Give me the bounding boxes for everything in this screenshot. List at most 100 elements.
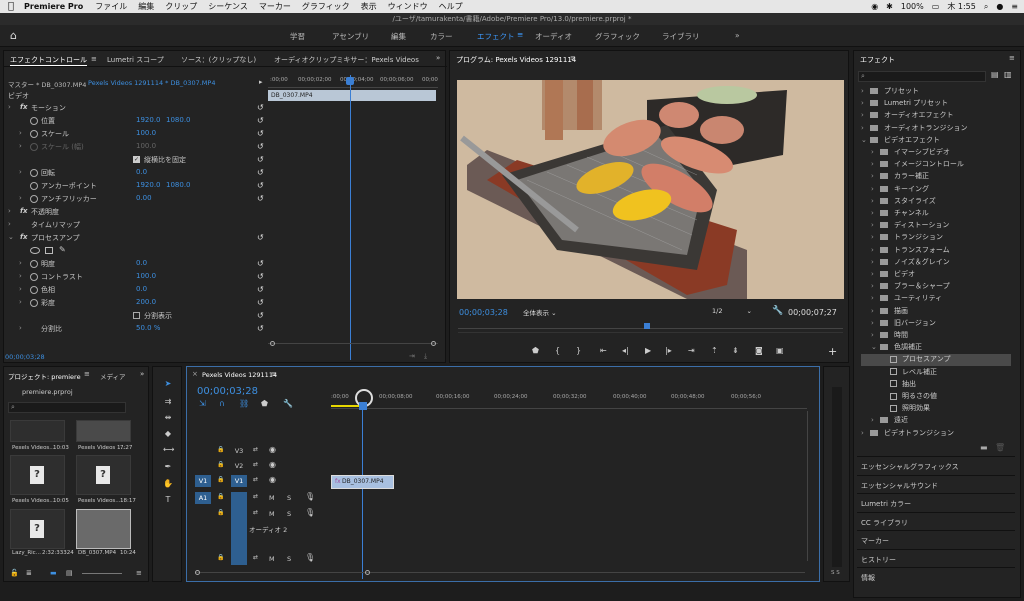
- track-header-v1[interactable]: V1 🔒 V1 ⇄ ◉: [195, 475, 325, 488]
- side-panel-header[interactable]: エッセンシャルサウンド: [857, 474, 1015, 493]
- export-frame-icon[interactable]: ⤓: [424, 352, 427, 361]
- list-view-icon[interactable]: ≣: [26, 569, 32, 577]
- workspace-color[interactable]: カラー: [430, 31, 453, 42]
- wifi-icon[interactable]: ◉: [871, 2, 878, 11]
- yuv-effects-icon[interactable]: ▥: [1004, 70, 1012, 79]
- effects-tree-item[interactable]: › トランスフォーム: [861, 245, 1011, 257]
- effect-motion[interactable]: › fx モーション ↺: [4, 103, 269, 115]
- uniform-checkbox[interactable]: ✓: [133, 156, 140, 163]
- track-header-a2[interactable]: 🔒A2⇄MS🎙: [195, 508, 325, 521]
- chevron-right-icon[interactable]: ›: [871, 233, 880, 241]
- workspace-assembly[interactable]: アセンブリ: [332, 31, 369, 42]
- accelerated-effects-icon[interactable]: ▤: [991, 70, 999, 79]
- value[interactable]: 200.0: [136, 298, 156, 306]
- solo-button-icon[interactable]: S: [287, 555, 291, 563]
- reset-icon[interactable]: ↺: [257, 285, 264, 294]
- param-contrast[interactable]: › コントラスト 100.0 ↺: [4, 272, 269, 284]
- workspace-libraries[interactable]: ライブラリ: [662, 31, 700, 42]
- add-marker-icon[interactable]: ⬟: [261, 399, 268, 408]
- project-item[interactable]: [10, 420, 65, 442]
- workspace-graphics[interactable]: グラフィック: [595, 31, 640, 42]
- sync-lock-icon[interactable]: ⇄: [253, 554, 258, 561]
- solo-button-icon[interactable]: S: [287, 510, 291, 518]
- settings-wrench-icon[interactable]: 🔧: [283, 399, 293, 408]
- clip-bar[interactable]: DB_0307.MP4: [268, 90, 436, 101]
- lock-icon[interactable]: 🔒: [217, 493, 224, 500]
- chevron-right-icon[interactable]: ›: [871, 148, 880, 156]
- timeline-clip[interactable]: fx DB_0307.MP4: [331, 475, 394, 489]
- effects-tree-item[interactable]: 抽出: [861, 379, 1011, 391]
- microphone-icon[interactable]: 🎙: [305, 508, 315, 517]
- go-to-in-icon[interactable]: ⇤: [600, 346, 607, 355]
- chevron-right-icon[interactable]: ›: [871, 282, 880, 290]
- tab-source[interactable]: ソース：(クリップなし): [181, 55, 256, 65]
- chevron-down-icon[interactable]: ⌄: [861, 136, 870, 144]
- reset-icon[interactable]: ↺: [257, 116, 264, 125]
- extract-icon[interactable]: ⇟: [732, 346, 739, 355]
- panel-menu-icon[interactable]: ≡: [84, 370, 90, 378]
- quality-dropdown[interactable]: 1/2 ⌄: [712, 307, 760, 317]
- project-item[interactable]: ?: [76, 455, 131, 495]
- battery-percent[interactable]: 100%: [901, 2, 924, 11]
- side-panel-header[interactable]: マーカー: [857, 530, 1015, 548]
- split-view-checkbox[interactable]: [133, 312, 140, 319]
- timeline-timecode[interactable]: 00;00;03;28: [197, 386, 258, 397]
- effects-tree-item[interactable]: › スタイライズ: [861, 196, 1011, 208]
- eye-icon[interactable]: ◉: [269, 475, 276, 484]
- new-folder-icon[interactable]: ▬: [980, 443, 988, 452]
- param-anchor[interactable]: アンカーポイント 1920.0 1080.0 ↺: [4, 181, 269, 193]
- marker-icon[interactable]: ⬟: [532, 346, 539, 355]
- chevron-right-icon[interactable]: ›: [861, 87, 870, 95]
- eye-icon[interactable]: ◉: [269, 460, 276, 469]
- export-frame-icon[interactable]: ◙: [755, 346, 763, 355]
- lock-icon[interactable]: 🔒: [217, 509, 224, 516]
- linked-selection-icon[interactable]: ⛓: [239, 399, 249, 408]
- panel-menu-icon[interactable]: ≡: [91, 55, 97, 63]
- project-item-selected[interactable]: [76, 509, 131, 549]
- hand-tool-icon[interactable]: ✋: [163, 479, 173, 489]
- param-hue[interactable]: › 色相 0.0 ↺: [4, 285, 269, 297]
- play-icon[interactable]: ▶: [645, 346, 651, 355]
- value[interactable]: 50.0 %: [136, 324, 160, 332]
- snap-icon[interactable]: ∩: [219, 399, 225, 408]
- pen-mask-icon[interactable]: ✎: [59, 245, 66, 254]
- effects-tree-item[interactable]: › キーイング: [861, 184, 1011, 196]
- side-panel-header[interactable]: Lumetri カラー: [857, 493, 1015, 511]
- siri-icon[interactable]: ●: [996, 2, 1003, 11]
- effects-tab[interactable]: エフェクト: [860, 55, 895, 65]
- chevron-right-icon[interactable]: ›: [871, 331, 880, 339]
- menu-sequence[interactable]: シーケンス: [208, 1, 248, 12]
- more-tabs-icon[interactable]: »: [140, 370, 144, 378]
- reset-icon[interactable]: ↺: [257, 194, 264, 203]
- playhead-handle[interactable]: [346, 77, 354, 85]
- value[interactable]: 100.0: [136, 272, 156, 280]
- filter-icon[interactable]: ⇥: [409, 352, 415, 360]
- chevron-right-icon[interactable]: ›: [871, 307, 880, 315]
- pen-tool-icon[interactable]: ✒: [163, 462, 173, 472]
- go-to-out-icon[interactable]: ⇥: [688, 346, 695, 355]
- value[interactable]: 100.0: [136, 129, 156, 137]
- value[interactable]: 0.0: [136, 285, 147, 293]
- value-x[interactable]: 1920.0: [136, 116, 161, 124]
- side-panel-header[interactable]: 情報: [857, 567, 1015, 585]
- chevron-right-icon[interactable]: ›: [861, 124, 870, 132]
- chevron-right-icon[interactable]: ›: [871, 160, 880, 168]
- track-name[interactable]: V2: [231, 460, 247, 472]
- effect-timeremap[interactable]: › タイムリマップ: [4, 220, 269, 232]
- effect-opacity[interactable]: › fx 不透明度: [4, 207, 269, 219]
- effect-procamp[interactable]: ⌄ fx プロセスアンプ ↺: [4, 233, 269, 245]
- microphone-icon[interactable]: 🎙: [305, 492, 315, 501]
- chevron-right-icon[interactable]: ›: [871, 172, 880, 180]
- ellipse-mask-icon[interactable]: [30, 247, 40, 254]
- lock-icon[interactable]: 🔓: [10, 569, 19, 577]
- panel-menu-icon[interactable]: ≡: [1009, 54, 1015, 62]
- effects-tree-item[interactable]: › プリセット: [861, 86, 1011, 98]
- project-item[interactable]: ?: [10, 509, 65, 549]
- stopwatch-icon[interactable]: [30, 286, 38, 294]
- eye-icon[interactable]: ◉: [269, 445, 276, 454]
- effects-tree-item[interactable]: › 遠近: [861, 415, 1011, 427]
- reset-icon[interactable]: ↺: [257, 155, 264, 164]
- sync-lock-icon[interactable]: ⇄: [253, 476, 258, 483]
- effects-tree-item[interactable]: 照明効果: [861, 403, 1011, 415]
- program-tab[interactable]: プログラム: Pexels Videos 1291114: [456, 55, 576, 65]
